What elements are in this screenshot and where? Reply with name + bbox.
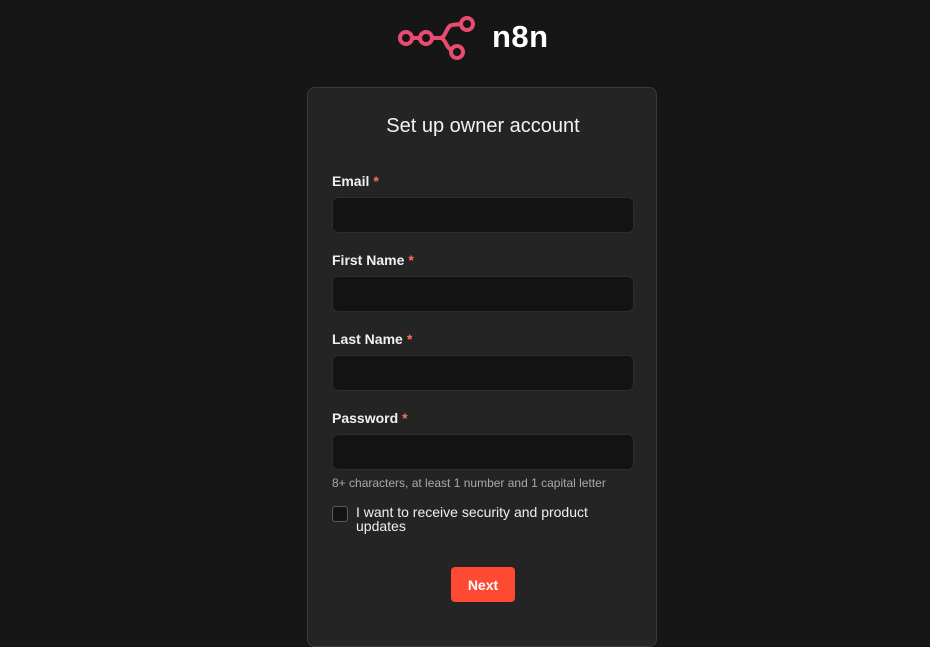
password-field[interactable] bbox=[332, 434, 634, 470]
first-name-label: First Name * bbox=[332, 251, 414, 269]
updates-checkbox[interactable] bbox=[332, 506, 348, 522]
n8n-logo-icon bbox=[398, 16, 475, 60]
updates-checkbox-label[interactable]: I want to receive security and product u… bbox=[356, 505, 626, 533]
first-name-field[interactable] bbox=[332, 276, 634, 312]
email-label-text: Email bbox=[332, 173, 370, 189]
password-label-text: Password bbox=[332, 410, 399, 426]
last-name-label: Last Name * bbox=[332, 330, 412, 348]
n8n-logo bbox=[396, 16, 478, 60]
email-field[interactable] bbox=[332, 197, 634, 233]
first-name-label-text: First Name bbox=[332, 252, 405, 268]
brand-name: n8n bbox=[492, 19, 549, 54]
password-label: Password * bbox=[332, 409, 408, 427]
next-button[interactable]: Next bbox=[451, 567, 515, 602]
password-hint: 8+ characters, at least 1 number and 1 c… bbox=[332, 476, 606, 490]
required-marker: * bbox=[406, 331, 413, 347]
email-label: Email * bbox=[332, 172, 379, 190]
required-marker: * bbox=[408, 252, 414, 268]
owner-setup-card: Set up owner account Email * First Name * … bbox=[307, 87, 657, 647]
page-title: Set up owner account bbox=[386, 115, 580, 137]
required-marker: * bbox=[373, 173, 379, 189]
required-marker: * bbox=[402, 410, 408, 426]
last-name-field[interactable] bbox=[332, 355, 634, 391]
last-name-label-text: Last Name bbox=[332, 331, 403, 347]
